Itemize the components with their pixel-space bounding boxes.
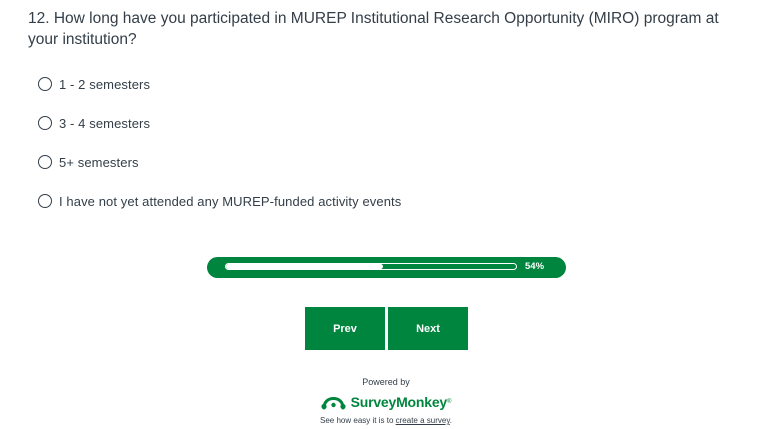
footer: Powered by SurveyMonkey ® See how easy it… [286,376,486,425]
radio-unchecked-icon[interactable] [38,77,52,91]
progress-bar: 54% [207,257,566,278]
option-label[interactable]: I have not yet attended any MUREP-funded… [59,194,401,209]
option-5-plus-semesters[interactable]: 5+ semesters [38,152,401,172]
option-3-4-semesters[interactable]: 3 - 4 semesters [38,113,401,133]
question-title: 12. How long have you participated in MU… [28,10,719,48]
create-survey-link[interactable]: create a survey [396,416,450,425]
answer-options: 1 - 2 semesters 3 - 4 semesters 5+ semes… [38,74,401,230]
tagline-prefix: See how easy it is to [320,416,394,425]
option-1-2-semesters[interactable]: 1 - 2 semesters [38,74,401,94]
option-label[interactable]: 5+ semesters [59,155,139,170]
progress-fill [226,264,383,269]
powered-by-text: Powered by [362,377,410,387]
surveymonkey-logo-icon [320,396,346,410]
option-not-attended[interactable]: I have not yet attended any MUREP-funded… [38,191,401,211]
trademark-symbol: ® [447,399,452,405]
prev-button[interactable]: Prev [305,307,385,350]
tagline: See how easy it is to create a survey. [286,416,486,425]
radio-unchecked-icon[interactable] [38,155,52,169]
option-label[interactable]: 3 - 4 semesters [59,116,150,131]
tagline-suffix: . [449,416,452,425]
option-label[interactable]: 1 - 2 semesters [59,77,150,92]
next-button[interactable]: Next [388,307,468,350]
progress-track [225,263,517,270]
surveymonkey-brand[interactable]: SurveyMonkey ® [286,392,486,412]
radio-unchecked-icon[interactable] [38,194,52,208]
navigation-buttons: Prev Next [305,307,471,350]
radio-unchecked-icon[interactable] [38,116,52,130]
progress-percent: 54% [525,261,545,272]
brand-name: SurveyMonkey [350,394,448,410]
